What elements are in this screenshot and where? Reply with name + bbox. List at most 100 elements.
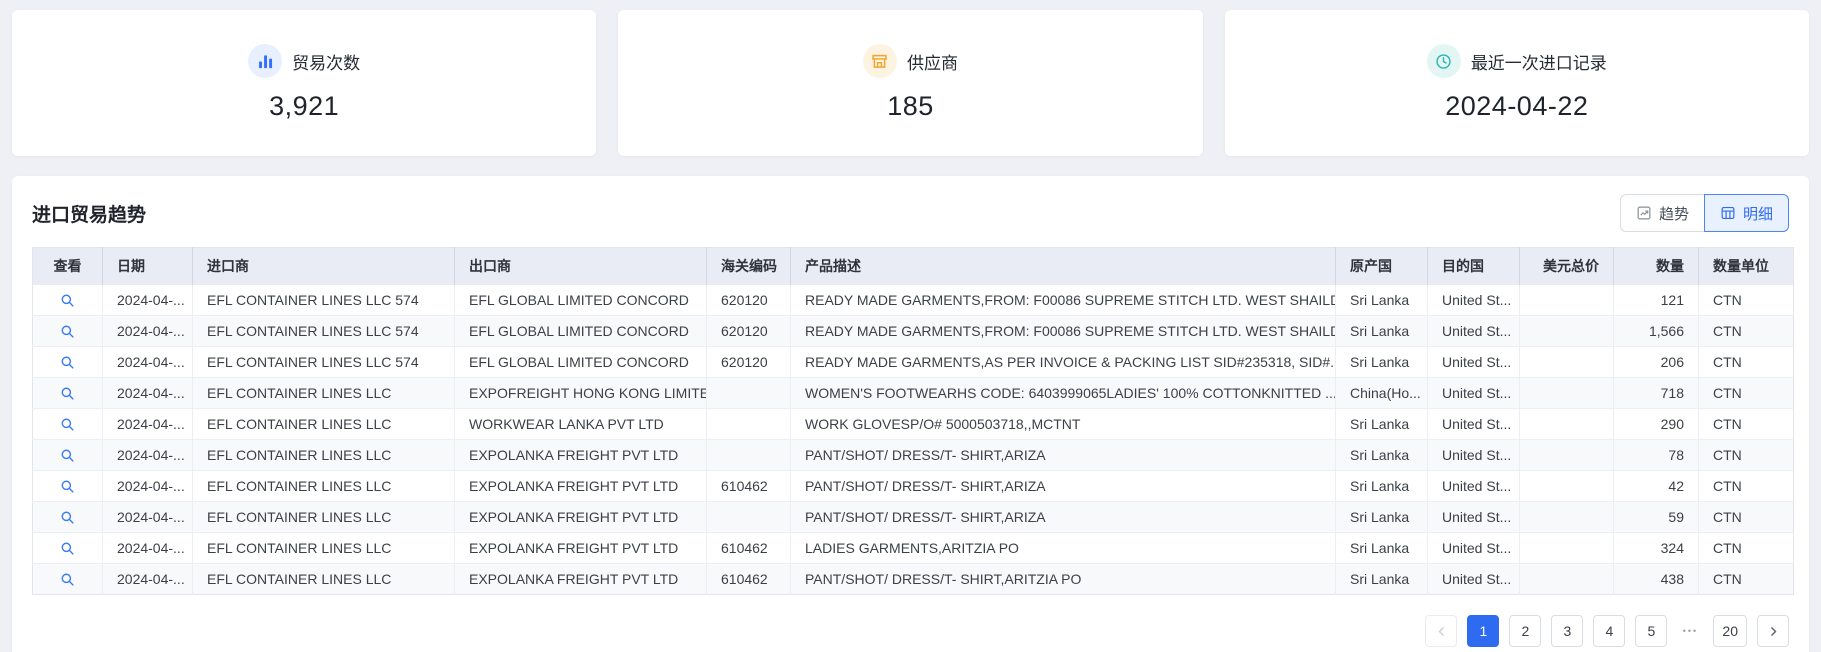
- column-header: 日期: [102, 247, 193, 285]
- cell-usd-total: [1519, 284, 1614, 316]
- table-header: 查看 日期 进口商 出口商 海关编码 产品描述 原产国 目的国 美元总价 数量 数量单位: [32, 247, 1794, 285]
- cell-exporter: EXPOLANKA FREIGHT PVT LTD: [454, 470, 707, 502]
- detail-view-button[interactable]: 明细: [1703, 194, 1789, 232]
- cell-importer: EFL CONTAINER LINES LLC: [192, 470, 455, 502]
- cell-origin: Sri Lanka: [1335, 501, 1428, 533]
- cell-unit: CTN: [1698, 470, 1794, 502]
- stat-card-header: 最近一次进口记录: [1426, 44, 1607, 78]
- cell-usd-total: [1519, 501, 1614, 533]
- cell-origin: Sri Lanka: [1335, 315, 1428, 347]
- search-icon[interactable]: [60, 417, 75, 432]
- cell-hs-code: [706, 408, 791, 440]
- pagination: 1 2 3 4 5 ••• 20: [32, 615, 1789, 647]
- cell-hs-code: 620120: [706, 315, 791, 347]
- cell-quantity: 78: [1613, 439, 1699, 471]
- view-cell: [32, 501, 103, 533]
- cell-destination: United St...: [1427, 563, 1520, 595]
- cell-unit: CTN: [1698, 377, 1794, 409]
- cell-hs-code: 610462: [706, 563, 791, 595]
- cell-unit: CTN: [1698, 501, 1794, 533]
- trend-view-label: 趋势: [1658, 205, 1689, 223]
- cell-exporter: EXPOFREIGHT HONG KONG LIMITED: [454, 377, 707, 409]
- cell-exporter: EXPOLANKA FREIGHT PVT LTD: [454, 532, 707, 564]
- view-toggle-group: 趋势 明细: [1619, 194, 1789, 232]
- cell-origin: Sri Lanka: [1335, 284, 1428, 316]
- cell-description: PANT/SHOT/ DRESS/T- SHIRT,ARIZA: [790, 501, 1336, 533]
- pagination-page-button[interactable]: 4: [1593, 615, 1626, 647]
- trade-records-table-wrap: 查看 日期 进口商 出口商 海关编码 产品描述 原产国 目的国 美元总价 数量 数量单位 2024-…: [32, 247, 1794, 595]
- cell-exporter: EXPOLANKA FREIGHT PVT LTD: [454, 439, 707, 471]
- table-grid-icon: [1720, 205, 1736, 221]
- stat-card-label: 最近一次进口记录: [1470, 53, 1607, 73]
- cell-unit: CTN: [1698, 315, 1794, 347]
- cell-destination: United St...: [1427, 408, 1520, 440]
- pagination-ellipsis[interactable]: •••: [1677, 626, 1703, 636]
- cell-destination: United St...: [1427, 315, 1520, 347]
- search-icon[interactable]: [60, 293, 75, 308]
- search-icon[interactable]: [60, 355, 75, 370]
- pagination-page-button[interactable]: 2: [1509, 615, 1542, 647]
- column-header: 美元总价: [1519, 247, 1614, 285]
- cell-quantity: 718: [1613, 377, 1699, 409]
- pagination-prev-button: [1425, 615, 1458, 647]
- search-icon[interactable]: [60, 448, 75, 463]
- view-cell: [32, 346, 103, 378]
- bar-chart-icon: [248, 44, 283, 78]
- pagination-last-page-button[interactable]: 20: [1713, 615, 1747, 647]
- view-cell: [32, 408, 103, 440]
- cell-origin: Sri Lanka: [1335, 532, 1428, 564]
- search-icon[interactable]: [60, 479, 75, 494]
- table-row: 2024-04-... EFL CONTAINER LINES LLC WORKWE…: [32, 408, 1794, 440]
- cell-hs-code: 610462: [706, 532, 791, 564]
- trade-records-table: 查看 日期 进口商 出口商 海关编码 产品描述 原产国 目的国 美元总价 数量 数量单位 2024-…: [32, 247, 1794, 595]
- chevron-right-icon: [1767, 625, 1780, 638]
- cell-destination: United St...: [1427, 377, 1520, 409]
- cell-usd-total: [1519, 439, 1614, 471]
- table-row: 2024-04-... EFL CONTAINER LINES LLC 574 EF…: [32, 346, 1794, 378]
- pagination-page-button[interactable]: 5: [1635, 615, 1668, 647]
- cell-date: 2024-04-...: [102, 563, 193, 595]
- cell-hs-code: 620120: [706, 284, 791, 316]
- stat-card-label: 贸易次数: [292, 53, 361, 73]
- pagination-page-button[interactable]: 3: [1551, 615, 1584, 647]
- clock-icon: [1426, 44, 1461, 78]
- cell-unit: CTN: [1698, 346, 1794, 378]
- view-cell: [32, 439, 103, 471]
- table-body: 2024-04-... EFL CONTAINER LINES LLC 574 EF…: [32, 284, 1794, 595]
- cell-date: 2024-04-...: [102, 284, 193, 316]
- trend-view-button[interactable]: 趋势: [1619, 194, 1705, 232]
- cell-quantity: 290: [1613, 408, 1699, 440]
- column-header: 进口商: [192, 247, 455, 285]
- import-trend-panel: 进口贸易趋势 趋势 明细 查看 日期 进口商 出口商 海关编码 产品描述 原产国…: [12, 176, 1809, 652]
- cell-description: READY MADE GARMENTS,FROM: F00086 SUPREME…: [790, 315, 1336, 347]
- pagination-page-button[interactable]: 1: [1467, 615, 1500, 647]
- cell-origin: Sri Lanka: [1335, 439, 1428, 471]
- column-header: 海关编码: [706, 247, 791, 285]
- cell-destination: United St...: [1427, 346, 1520, 378]
- shop-icon: [862, 44, 897, 78]
- stat-card-value: 185: [887, 91, 934, 121]
- cell-destination: United St...: [1427, 284, 1520, 316]
- cell-usd-total: [1519, 470, 1614, 502]
- search-icon[interactable]: [60, 541, 75, 556]
- search-icon[interactable]: [60, 324, 75, 339]
- view-cell: [32, 284, 103, 316]
- cell-exporter: EFL GLOBAL LIMITED CONCORD: [454, 346, 707, 378]
- cell-importer: EFL CONTAINER LINES LLC: [192, 439, 455, 471]
- trend-chart-icon: [1636, 205, 1652, 221]
- cell-exporter: EFL GLOBAL LIMITED CONCORD: [454, 284, 707, 316]
- search-icon[interactable]: [60, 386, 75, 401]
- column-header: 出口商: [454, 247, 707, 285]
- search-icon[interactable]: [60, 572, 75, 587]
- search-icon[interactable]: [60, 510, 75, 525]
- cell-date: 2024-04-...: [102, 501, 193, 533]
- panel-title: 进口贸易趋势: [32, 204, 147, 226]
- pagination-next-button[interactable]: [1757, 615, 1789, 647]
- column-header: 数量: [1613, 247, 1699, 285]
- cell-date: 2024-04-...: [102, 377, 193, 409]
- cell-importer: EFL CONTAINER LINES LLC: [192, 377, 455, 409]
- table-row: 2024-04-... EFL CONTAINER LINES LLC EXPOLA…: [32, 532, 1794, 564]
- cell-date: 2024-04-...: [102, 470, 193, 502]
- cell-quantity: 121: [1613, 284, 1699, 316]
- cell-unit: CTN: [1713, 571, 1742, 587]
